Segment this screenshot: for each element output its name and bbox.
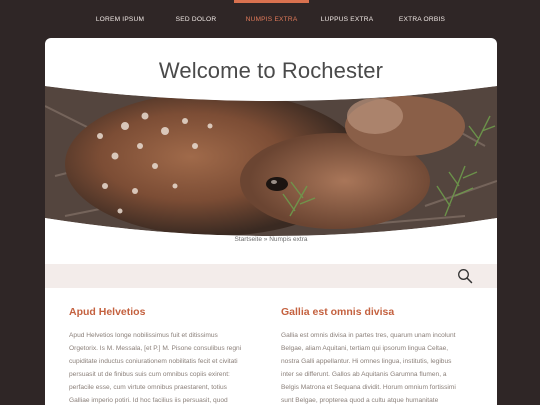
text-line: Orgetorix. Is M. Messala, [et P.] M. Pis… [69, 344, 242, 352]
text-line: cupiditate inductus coniurationem nobili… [69, 357, 238, 365]
column-text: Apud Helvetios longe nobilissimus fuit e… [69, 330, 249, 405]
nav-item-luppus-extra[interactable]: LUPPUS EXTRA [318, 0, 376, 38]
search-icon[interactable] [457, 268, 473, 284]
text-line: sunt Belgae, propterea quod a cultu atqu… [281, 396, 439, 404]
text-line: nostra Galli appellantur. Hi omnes lingu… [281, 357, 452, 365]
main-navigation: LOREM IPSUM SED DOLOR NUMPIS EXTRA LUPPU… [0, 0, 540, 38]
column-heading: Apud Helvetios [69, 306, 146, 318]
text-line: inter se differunt. Gallos ab Aquitanis … [281, 370, 447, 378]
fawn-photo [45, 86, 497, 236]
text-line: Belgae, aliam Aquitani, tertiam qui ipso… [281, 344, 449, 352]
nav-item-extra-orbis[interactable]: EXTRA ORBIS [392, 0, 452, 38]
text-line: perfacile esse, cum virtute omnibus prae… [69, 383, 227, 391]
hero-image [45, 86, 497, 236]
content-card: Welcome to Rochester Startseite » Numpis… [45, 38, 497, 405]
nav-item-sed-dolor[interactable]: SED DOLOR [168, 0, 224, 38]
text-line: Gallia est omnis divisa in partes tres, … [281, 332, 456, 339]
text-line: Galliae imperio potiri. Id hoc facilius … [69, 396, 228, 404]
breadcrumb-current: Numpis extra [269, 236, 308, 243]
column-gallia-est-omnis-divisa: Gallia est omnis divisa Gallia est omnis… [281, 306, 477, 405]
text-line: Apud Helvetios longe nobilissimus fuit e… [69, 332, 218, 339]
search-bar [45, 264, 497, 288]
text-line: persuasit ut de finibus suis cum omnibus… [69, 370, 230, 378]
nav-item-lorem-ipsum[interactable]: LOREM IPSUM [88, 0, 152, 38]
page-title: Welcome to Rochester [158, 58, 384, 83]
column-apud-helvetios: Apud Helvetios Apud Helvetios longe nobi… [69, 306, 249, 405]
breadcrumb: Startseite » Numpis extra [45, 236, 497, 243]
breadcrumb-separator: » [263, 236, 268, 243]
text-line: Belgis Matrona et Sequana dividit. Horum… [281, 383, 456, 391]
column-text: Gallia est omnis divisa in partes tres, … [281, 330, 477, 405]
nav-item-numpis-extra[interactable]: NUMPIS EXTRA [234, 0, 309, 38]
column-heading: Gallia est omnis divisa [281, 306, 395, 318]
breadcrumb-home-link[interactable]: Startseite [234, 236, 261, 243]
